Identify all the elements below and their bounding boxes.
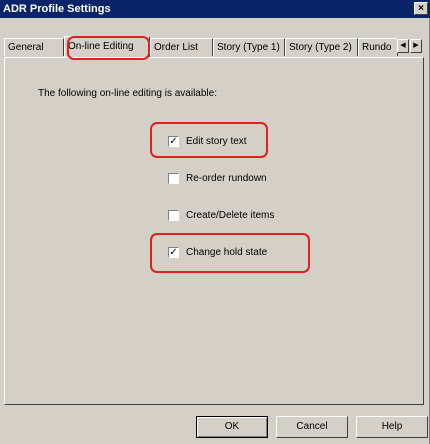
tab-scroll-left-icon[interactable]: ◀ [397,39,409,53]
tab-order-list[interactable]: Order List [150,38,213,56]
intro-text: The following on-line editing is availab… [38,88,217,99]
option-label: Change hold state [186,247,268,258]
ok-button[interactable]: OK [196,416,268,438]
tab-story-type-2[interactable]: Story (Type 2) [285,38,358,56]
checkbox-change-hold-state[interactable]: ✓ [168,247,179,258]
title-bar: ADR Profile Settings × [0,0,430,18]
tab-story-type-1[interactable]: Story (Type 1) [213,38,285,56]
checkbox-create-delete-items[interactable] [168,210,179,221]
checkbox-edit-story-text[interactable]: ✓ [168,136,179,147]
dialog-window: ADR Profile Settings × General On-line E… [0,0,430,444]
tab-panel [4,57,424,405]
cancel-button[interactable]: Cancel [276,416,348,438]
tab-rundown[interactable]: Rundo [358,38,398,56]
option-label: Re-order rundown [186,173,267,184]
tab-general[interactable]: General [4,38,64,56]
help-button[interactable]: Help [356,416,428,438]
tab-strip: General On-line Editing Order List Story… [0,36,430,58]
option-label: Create/Delete items [186,210,275,221]
checkbox-reorder-rundown[interactable] [168,173,179,184]
option-label: Edit story text [186,136,247,147]
tab-scroll-right-icon[interactable]: ▶ [410,39,422,53]
tab-online-editing[interactable]: On-line Editing [64,36,150,57]
window-title: ADR Profile Settings [3,3,111,15]
close-button[interactable]: × [414,2,428,15]
